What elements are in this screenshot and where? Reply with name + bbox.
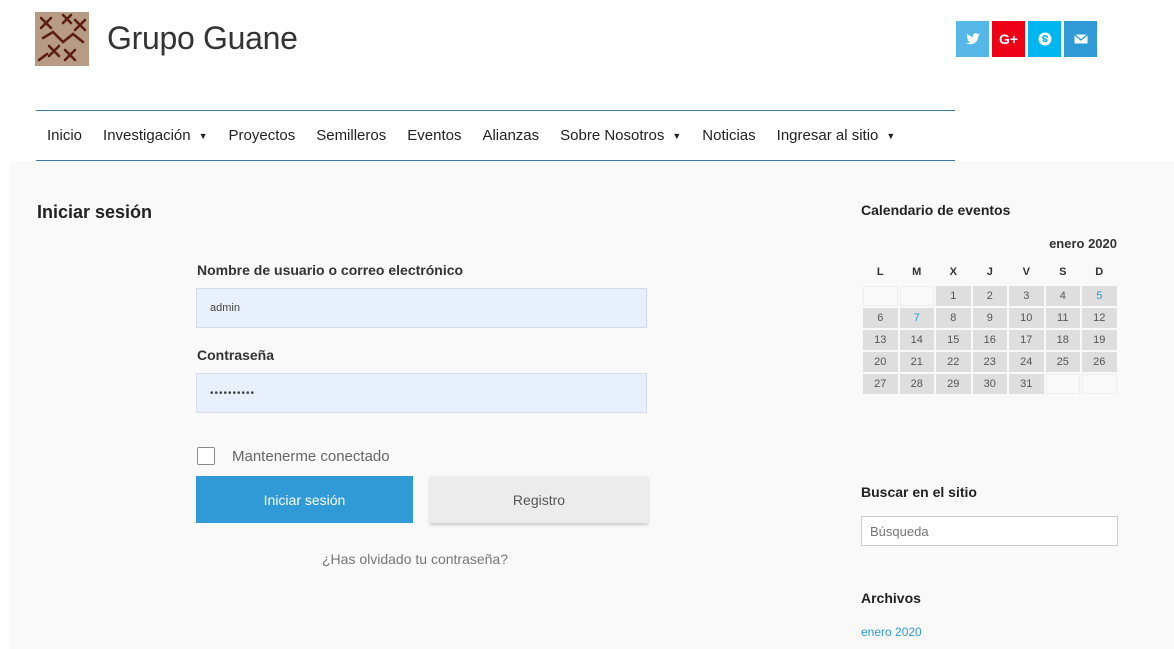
archive-link[interactable]: enero 2020	[861, 625, 922, 639]
calendar-empty-cell	[1045, 374, 1080, 394]
nav-item-alianzas[interactable]: Alianzas	[482, 127, 539, 144]
nav-item-sobre-nosotros[interactable]: Sobre Nosotros ▼	[560, 127, 681, 144]
remember-me[interactable]: Mantenerme conectado	[197, 447, 390, 465]
calendar-day: 29	[936, 374, 971, 394]
remember-checkbox[interactable]	[197, 447, 215, 465]
calendar-day: 17	[1009, 330, 1044, 350]
calendar-empty-cell	[863, 286, 898, 306]
caret-down-icon: ▼	[198, 130, 208, 141]
calendar-day: 26	[1082, 352, 1117, 372]
calendar-day: 12	[1082, 308, 1117, 328]
calendar-day: 20	[863, 352, 898, 372]
calendar-day: 22	[936, 352, 971, 372]
weekday-header: L	[876, 266, 884, 278]
nav-item-semilleros[interactable]: Semilleros	[316, 127, 386, 144]
calendar-day: 1	[936, 286, 971, 306]
calendar-day: 2	[972, 286, 1007, 306]
calendar-day: 25	[1045, 352, 1080, 372]
weekday-header: V	[1022, 266, 1030, 278]
nav-item-noticias[interactable]: Noticias	[702, 127, 755, 144]
calendar-day: 13	[863, 330, 898, 350]
calendar-day: 21	[899, 352, 934, 372]
register-button[interactable]: Registro	[430, 476, 648, 523]
login-button[interactable]: Iniciar sesión	[196, 476, 413, 523]
search-title: Buscar en el sitio	[861, 484, 977, 500]
calendar-day: 6	[863, 308, 898, 328]
page-title: Iniciar sesión	[37, 202, 153, 222]
username-label: Nombre de usuario o correo electrónico	[197, 262, 464, 278]
password-field[interactable]: ••••••••••	[196, 373, 647, 413]
social-links: G+	[956, 21, 1097, 57]
email-button[interactable]	[1064, 21, 1097, 57]
calendar-day: 9	[972, 308, 1007, 328]
calendar-day: 18	[1045, 330, 1080, 350]
calendar-week: 27 28 29 30 31	[863, 374, 1117, 394]
forgot-password-link[interactable]: ¿Has olvidado tu contraseña?	[322, 551, 508, 567]
site-title[interactable]: Grupo Guane	[107, 20, 298, 57]
calendar-week: 12345	[863, 286, 1117, 306]
calendar-day: 4	[1045, 286, 1080, 306]
calendar-day: 14	[899, 330, 934, 350]
skype-icon	[1038, 32, 1051, 46]
caret-down-icon: ▼	[672, 130, 682, 141]
google-plus-icon: G+	[998, 31, 1019, 47]
weekday-header: M	[912, 266, 922, 278]
weekday-header: X	[949, 266, 957, 278]
main-navigation: Inicio Investigación ▼ Proyectos Semiller…	[36, 110, 955, 161]
nav-item-proyectos[interactable]: Proyectos	[229, 127, 296, 144]
calendar-day: 15	[936, 330, 971, 350]
google-plus-button[interactable]: G+	[992, 21, 1025, 57]
twitter-button[interactable]	[956, 21, 989, 57]
calendar-day: 24	[1009, 352, 1044, 372]
calendar-table: L M X J V S D 1 2 3 4 5 6 7 8 9 10 11 12 13 14 15 16 17 1…	[861, 258, 1119, 396]
calendar-day: 10	[1009, 308, 1044, 328]
calendar-day: 19	[1082, 330, 1117, 350]
nav-item-ingresar[interactable]: Ingresar al sitio ▼	[777, 127, 896, 144]
calendar-day: 27	[863, 374, 898, 394]
skype-button[interactable]	[1028, 21, 1061, 57]
calendar-day: 31	[1009, 374, 1044, 394]
calendar-month: enero 2020	[1049, 236, 1117, 251]
weekday-header: J	[986, 266, 993, 278]
nav-item-inicio[interactable]: Inicio	[47, 127, 82, 144]
calendar-empty-cell	[899, 286, 934, 306]
remember-label: Mantenerme conectado	[232, 447, 390, 465]
weekday-header: S	[1059, 266, 1067, 278]
twitter-icon	[965, 33, 980, 45]
calendar-week: 13 14 15 16 17 18 19	[863, 330, 1117, 350]
calendar-day: 28	[899, 374, 934, 394]
weekday-header: D	[1095, 266, 1104, 278]
password-label: Contraseña	[197, 347, 275, 363]
calendar-day-link[interactable]: 7	[899, 308, 934, 328]
calendar-day: 11	[1045, 308, 1080, 328]
caret-down-icon: ▼	[886, 130, 896, 141]
site-logo[interactable]	[35, 12, 89, 66]
calendar-empty-cell	[1082, 374, 1117, 394]
search-input[interactable]	[861, 516, 1118, 546]
calendar-day: 8	[936, 308, 971, 328]
calendar-week: 20 21 22 23 24 25 26	[863, 352, 1117, 372]
email-icon	[1073, 33, 1088, 44]
calendar-day: 3	[1009, 286, 1044, 306]
username-field[interactable]	[196, 288, 647, 328]
calendar-day-link[interactable]: 5	[1082, 286, 1117, 306]
calendar-day: 16	[972, 330, 1007, 350]
logo-glyph-icon	[35, 12, 89, 66]
nav-item-eventos[interactable]: Eventos	[407, 127, 461, 144]
archives-title: Archivos	[861, 590, 921, 606]
calendar-day: 30	[972, 374, 1007, 394]
calendar-title: Calendario de eventos	[861, 202, 1011, 218]
calendar-week: 6 7 8 9 10 11 12	[863, 308, 1117, 328]
calendar-day: 23	[972, 352, 1007, 372]
nav-item-investigacion[interactable]: Investigación ▼	[103, 127, 207, 144]
